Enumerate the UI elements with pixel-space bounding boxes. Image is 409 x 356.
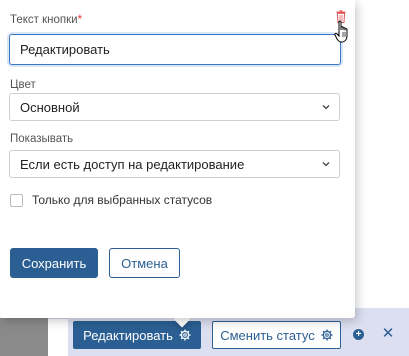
color-select-value: Основной	[20, 99, 80, 115]
change-status-toolbar-button[interactable]: Сменить статус	[212, 321, 341, 349]
save-button[interactable]: Сохранить	[10, 248, 98, 278]
button-text-label: Текст кнопки*	[10, 14, 82, 26]
chevron-down-icon	[322, 105, 330, 110]
only-selected-statuses-option[interactable]: Только для выбранных статусов	[10, 193, 212, 207]
plus-circle-icon[interactable]: +	[353, 329, 364, 340]
edit-toolbar-button-label: Редактировать	[83, 327, 173, 343]
change-status-label: Сменить статус	[220, 327, 315, 343]
only-selected-statuses-checkbox[interactable]	[10, 193, 23, 207]
only-selected-statuses-label: Только для выбранных статусов	[32, 193, 213, 207]
background-pane	[355, 0, 409, 318]
gear-icon[interactable]	[321, 329, 333, 341]
show-select[interactable]: Если есть доступ на редактирование	[9, 150, 340, 178]
button-text-input[interactable]	[9, 34, 341, 65]
button-text-label-text: Текст кнопки	[10, 14, 78, 26]
close-icon[interactable]: ✕	[381, 326, 395, 342]
color-label: Цвет	[10, 79, 36, 91]
show-label: Показывать	[10, 133, 74, 145]
show-select-value: Если есть доступ на редактирование	[20, 156, 245, 172]
background-panel	[0, 318, 48, 356]
color-select[interactable]: Основной	[9, 93, 340, 121]
gear-icon[interactable]	[179, 329, 191, 341]
chevron-down-icon	[322, 162, 330, 167]
trash-icon[interactable]	[336, 10, 346, 23]
required-mark: *	[77, 14, 83, 26]
button-settings-popover: Текст кнопки* Цвет Основной Показывать Е…	[0, 0, 355, 318]
cancel-button[interactable]: Отмена	[109, 248, 180, 278]
